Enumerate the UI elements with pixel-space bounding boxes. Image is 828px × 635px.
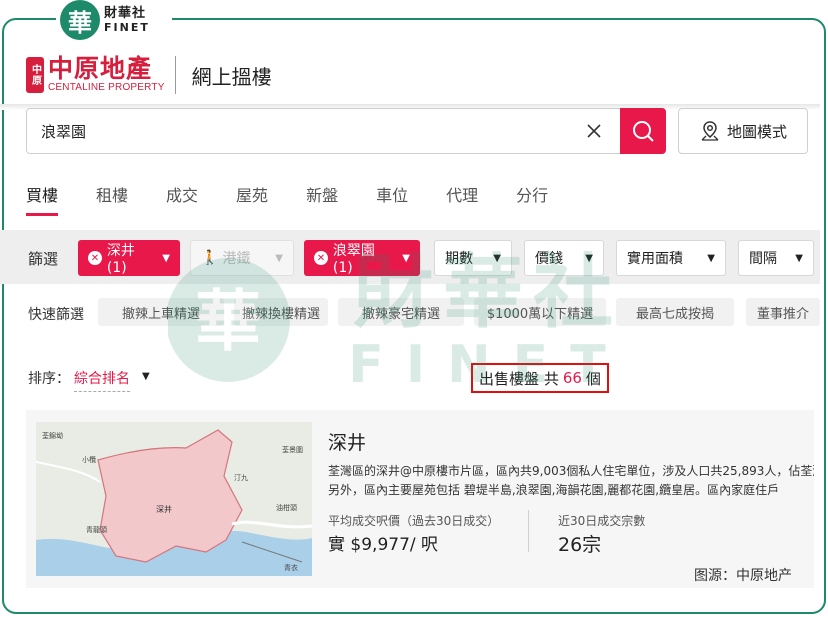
logo-en: CENTALINE PROPERTY [48,82,165,93]
image-source: 图源：中原地产 [694,568,792,584]
map-label: 深井 [156,504,172,514]
finet-badge-icon: 華 [60,0,100,40]
map-label: 荃景圍 [282,445,303,454]
remove-icon[interactable]: ✕ [314,251,328,265]
stat-divider [528,510,529,552]
map-label: 青龍頭 [86,525,107,534]
header-divider [174,56,176,94]
map-label: 青衣 [284,563,298,572]
search-input[interactable] [27,109,582,153]
district-description: 荃灣區的深井@中原樓市片區，區內共9,003個私人住宅單位，涉及人口共25,89… [328,462,814,500]
tab-agent[interactable]: 代理 [446,182,478,216]
tab-parking[interactable]: 車位 [376,182,408,216]
filter-region-chip[interactable]: ✕ 深井(1) ▼ [78,240,180,276]
count-value: 66 [562,369,582,387]
tab-transaction[interactable]: 成交 [166,182,198,216]
district-card[interactable]: 荃錦坳 小欖 深井 青龍頭 汀九 荃景圍 油柑頭 青衣 深井 荃灣區的深井@中原… [26,410,814,588]
filter-mtr-chip: 🚶 港鐵 ▼ [190,240,294,276]
tab-branch[interactable]: 分行 [516,182,548,216]
description-line: 另外，區內主要屋苑包括 碧堤半島,浪翠園,海韻花園,麗都花園,纜皇居。區內家庭住… [328,483,780,497]
walking-icon: 🚶 [201,250,219,266]
search-button[interactable] [620,108,666,154]
map-pin-icon [701,121,719,141]
quick-filter-item[interactable]: $1000萬以下精選 [474,298,606,326]
chevron-down-icon: ▼ [795,252,803,264]
filter-region-label: 深井(1) [106,243,135,276]
filter-estate-label: 浪翠園(1) [332,243,375,276]
map-label: 油柑頭 [276,503,297,512]
map-label: 汀九 [234,473,248,482]
chevron-down-icon: ▼ [402,252,410,264]
filter-mtr-label: 港鐵 [222,251,251,267]
chevron-down-icon: ▼ [707,252,715,264]
district-map[interactable]: 荃錦坳 小欖 深井 青龍頭 汀九 荃景圍 油柑頭 青衣 [36,422,312,576]
quick-filter-item[interactable]: 最高七成按揭 [616,298,734,326]
chevron-down-icon: ▼ [162,252,170,264]
district-title[interactable]: 深井 [328,428,366,455]
centaline-logo-icon[interactable]: 中原 [26,57,44,93]
filter-area-dropdown[interactable]: 實用面積 ▼ [616,240,726,276]
count-prefix: 出售樓盤 共 [479,369,559,388]
count-suffix: 個 [585,369,601,388]
search-box [26,108,666,154]
filter-label: 篩選 [28,250,59,268]
tab-new-property[interactable]: 新盤 [306,182,338,216]
logo-cn: 中原地產 [48,55,153,83]
avg-price-label: 平均成交呎價（過去30日成交） [328,514,500,528]
page-title: 網上搵樓 [191,64,272,89]
description-line: 荃灣區的深井@中原樓市片區，區內共9,003個私人住宅單位，涉及人口共25,89… [328,464,814,478]
deals-value: 26宗 [558,534,602,556]
avg-price-value: 實 $9,977/ 呎 [328,535,439,555]
filter-bar: 篩選 ✕ 深井(1) ▼ 🚶 港鐵 ▼ ✕ 浪翠園(1) ▼ 期數 ▼ 價錢 ▼… [0,230,820,284]
clear-icon[interactable] [582,119,606,143]
quick-filter-item[interactable]: 董事推介 [746,298,820,326]
finet-en-text: FINET [104,21,150,34]
finet-cn-text: 財華社 [104,6,147,21]
chevron-down-icon: ▼ [275,252,283,264]
filter-period-dropdown[interactable]: 期數 ▼ [434,240,512,276]
quick-filter-label: 快速篩選 [28,307,84,323]
filter-room-label: 間隔 [749,251,777,267]
filter-room-dropdown[interactable]: 間隔 ▼ [738,240,814,276]
tab-rent[interactable]: 租樓 [96,182,128,216]
result-count: 出售樓盤 共 66 個 [471,363,609,393]
tab-bar: 買樓 租樓 成交 屋苑 新盤 車位 代理 分行 [26,182,586,216]
chevron-down-icon: ▼ [585,252,593,264]
chevron-down-icon[interactable]: ▼ [142,371,150,382]
quick-filter-item[interactable]: 撤辣上車精選 [98,298,224,326]
finet-logo: 華 財華社 FINET [56,0,172,40]
tab-estate[interactable]: 屋苑 [236,182,268,216]
tab-buy[interactable]: 買樓 [26,182,59,216]
filter-period-label: 期數 [445,251,473,267]
map-mode-button[interactable]: 地圖模式 [678,108,808,154]
quick-filter-item[interactable]: 撤辣換樓精選 [234,298,328,326]
deals-label: 近30日成交宗數 [558,514,646,528]
filter-price-label: 價錢 [535,251,563,267]
filter-price-dropdown[interactable]: 價錢 ▼ [524,240,604,276]
site-header: 中原 中原地產 CENTALINE PROPERTY 網上搵樓 [26,48,812,102]
map-label: 荃錦坳 [42,431,63,440]
sort-dropdown[interactable]: 綜合排名 [74,368,130,392]
map-label: 小欖 [82,455,96,464]
search-icon [633,121,654,142]
sort-label: 排序： [28,371,70,387]
map-mode-label: 地圖模式 [726,122,787,141]
chevron-down-icon: ▼ [493,252,501,264]
quick-filter-item[interactable]: 撤辣豪宅精選 [338,298,464,326]
remove-icon[interactable]: ✕ [88,251,102,265]
filter-estate-chip[interactable]: ✕ 浪翠園(1) ▼ [304,240,420,276]
filter-area-label: 實用面積 [627,251,683,267]
centaline-logo[interactable]: 中原地產 CENTALINE PROPERTY [48,56,165,94]
